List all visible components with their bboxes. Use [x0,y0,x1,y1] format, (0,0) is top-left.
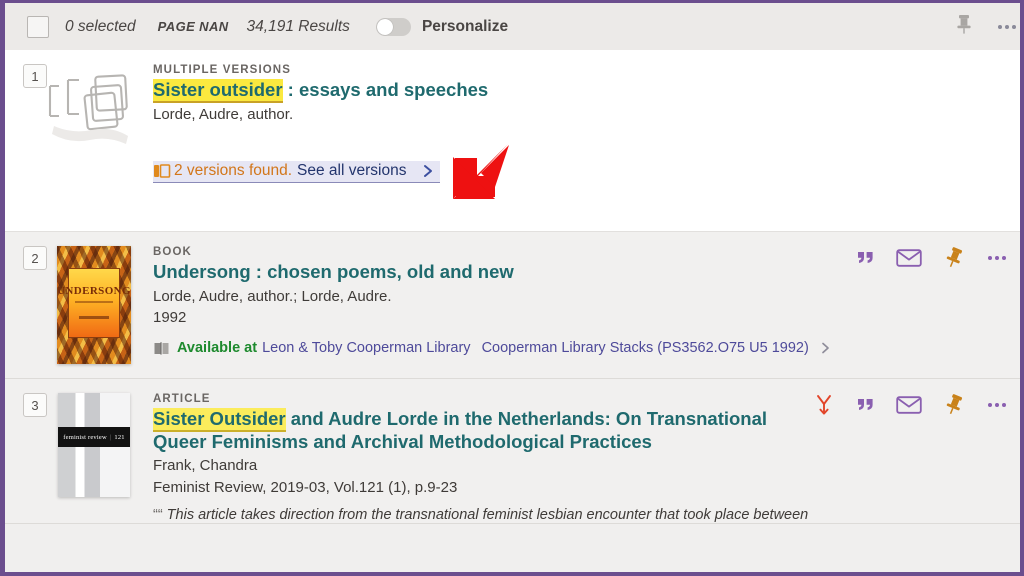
see-all-versions-row[interactable]: 2 versions found. See all versions [153,161,441,184]
result-body: MULTIPLE VERSIONS Sister outsider : essa… [153,64,1020,217]
select-all-checkbox[interactable] [27,15,49,38]
result-thumbnail[interactable]: UNDERSONG [55,246,133,364]
results-list: 1 MULTIPLE VERSIONS Sister outsider: es… [5,50,1020,524]
book-cover-subtitle-bar [75,301,113,303]
more-options-icon[interactable] [996,18,1018,36]
result-title-highlight: Sister Outsider [153,408,286,432]
more-options-icon[interactable] [986,401,1008,409]
result-actions [855,246,1014,270]
result-actions [814,393,1014,417]
result-type-label: MULTIPLE VERSIONS [153,64,291,76]
journal-cover-issue: 121 [114,433,125,441]
email-icon[interactable] [896,395,922,415]
result-rank: 2 [23,246,47,270]
result-author: Lorde, Audre, author. [153,105,294,123]
result-title[interactable]: Sister Outsider and Audre Lorde in the N… [153,408,793,453]
availability-row[interactable]: Available at Leon & Toby Cooperman Libra… [153,340,1020,356]
result-author: Frank, Chandra [153,457,258,475]
result-title-rest: : essays and speeches [282,79,489,100]
availability-status: Available at [177,340,258,357]
book-cover-author-bar [79,316,109,319]
chevron-right-icon[interactable] [820,341,831,355]
availability-location[interactable]: Cooperman Library Stacks (PS3562.O75 U5 … [482,340,809,356]
personalize-label: Personalize [421,17,509,35]
toolbar-actions [954,3,1020,50]
quote-icon: ““ [153,506,163,523]
results-toolbar: 0 selected PAGE NAN 34,191 Results Perso… [5,3,1020,50]
see-all-versions-link[interactable]: See all versions [297,162,406,180]
result-rank: 3 [23,393,47,417]
journal-cover-image: feminist review | 121 [58,393,130,497]
result-title[interactable]: Sister outsider : essays and speeches [153,79,1020,103]
journal-cover-title: feminist review [63,433,107,441]
pin-icon[interactable] [943,246,965,270]
results-count-label: 34,191 Results [246,17,350,35]
result-item[interactable]: 2 UNDERSONG BOOK Undersong : chosen poem… [5,232,1020,379]
result-item[interactable]: 1 MULTIPLE VERSIONS Sister outsider: es… [5,50,1020,232]
chevron-right-icon[interactable] [422,163,434,179]
more-options-icon[interactable] [986,254,1008,262]
quote-icon[interactable] [855,249,875,267]
journal-cover-title-band: feminist review | 121 [58,427,130,447]
fulltext-icon[interactable] [814,393,834,417]
pin-icon[interactable] [943,393,965,417]
multiple-versions-icon [153,163,171,179]
email-icon[interactable] [896,248,922,268]
result-item[interactable]: 3 feminist review | 121 ARTICLE Sister O… [5,379,1020,524]
page-indicator-label: PAGE NAN [157,19,229,34]
availability-library[interactable]: Leon & Toby Cooperman Library [262,340,471,356]
book-cover-panel: UNDERSONG [57,268,131,338]
result-thumbnail[interactable]: feminist review | 121 [55,393,133,523]
multiple-versions-icon [44,64,144,148]
book-cover-title: UNDERSONG [57,285,131,297]
result-snippet: ““ This article takes direction from the … [153,507,1020,523]
result-snippet-text: This article takes direction from the tr… [166,506,809,523]
versions-count-label: 2 versions found. [174,162,293,180]
pin-icon[interactable] [954,13,974,40]
result-title-highlight: Sister outsider [153,79,283,103]
result-year: 1992 [153,309,187,327]
browser-viewport: 0 selected PAGE NAN 34,191 Results Perso… [0,0,1024,576]
quote-icon[interactable] [855,396,875,414]
result-thumbnail[interactable] [48,64,133,217]
journal-cover-divider: | [109,433,112,441]
result-source: Feminist Review, 2019-03, Vol.121 (1), p… [153,478,458,496]
result-author: Lorde, Audre, author.; Lorde, Audre. [153,287,392,305]
personalize-toggle-group[interactable]: Personalize [375,17,509,36]
book-cover-image: UNDERSONG [57,246,131,364]
selected-count-label: 0 selected [65,17,136,35]
personalize-toggle[interactable] [375,17,411,36]
book-icon [153,341,170,356]
